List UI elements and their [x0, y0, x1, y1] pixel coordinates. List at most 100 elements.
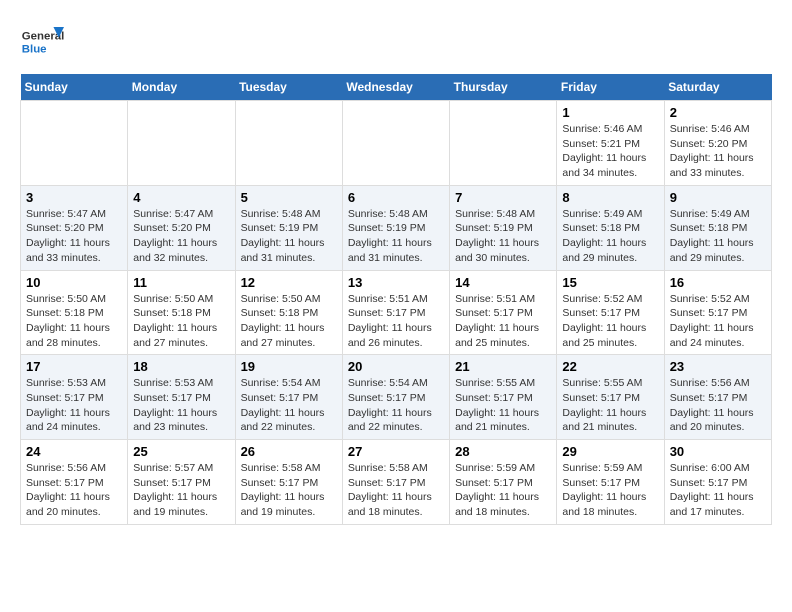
day-cell: 24 Sunrise: 5:56 AM Sunset: 5:17 PM Dayli…	[21, 440, 128, 525]
day-info: Sunrise: 5:50 AM Sunset: 5:18 PM Dayligh…	[133, 292, 229, 351]
day-number: 19	[241, 359, 337, 374]
day-info: Sunrise: 5:57 AM Sunset: 5:17 PM Dayligh…	[133, 461, 229, 520]
day-info: Sunrise: 5:49 AM Sunset: 5:18 PM Dayligh…	[562, 207, 658, 266]
day-number: 14	[455, 275, 551, 290]
week-row-4: 17Sunrise: 5:53 AM Sunset: 5:17 PM Dayli…	[21, 355, 772, 440]
day-cell: 28 Sunrise: 5:59 AM Sunset: 5:17 PM Dayli…	[450, 440, 557, 525]
day-cell: 30Sunrise: 6:00 AM Sunset: 5:17 PM Dayli…	[664, 440, 771, 525]
day-number: 5	[241, 190, 337, 205]
calendar-header: SundayMondayTuesdayWednesdayThursdayFrid…	[21, 74, 772, 101]
day-number: 25	[133, 444, 229, 459]
day-cell	[450, 101, 557, 186]
day-number: 2	[670, 105, 766, 120]
day-number: 3	[26, 190, 122, 205]
week-row-1: 1Sunrise: 5:46 AM Sunset: 5:21 PM Daylig…	[21, 101, 772, 186]
day-cell	[342, 101, 449, 186]
calendar-body: 1Sunrise: 5:46 AM Sunset: 5:21 PM Daylig…	[21, 101, 772, 525]
header-cell-wednesday: Wednesday	[342, 74, 449, 101]
day-number: 15	[562, 275, 658, 290]
day-info: Sunrise: 5:53 AM Sunset: 5:17 PM Dayligh…	[26, 376, 122, 435]
day-info: Sunrise: 5:55 AM Sunset: 5:17 PM Dayligh…	[562, 376, 658, 435]
svg-text:Blue: Blue	[22, 44, 47, 56]
day-number: 20	[348, 359, 444, 374]
day-number: 29	[562, 444, 658, 459]
day-info: Sunrise: 5:50 AM Sunset: 5:18 PM Dayligh…	[26, 292, 122, 351]
day-info: Sunrise: 5:52 AM Sunset: 5:17 PM Dayligh…	[562, 292, 658, 351]
day-number: 4	[133, 190, 229, 205]
day-info: Sunrise: 5:59 AM Sunset: 5:17 PM Dayligh…	[455, 461, 551, 520]
day-info: Sunrise: 5:56 AM Sunset: 5:17 PM Dayligh…	[26, 461, 122, 520]
day-cell	[235, 101, 342, 186]
calendar-table: SundayMondayTuesdayWednesdayThursdayFrid…	[20, 74, 772, 525]
header-cell-thursday: Thursday	[450, 74, 557, 101]
page-header: General Blue	[20, 20, 772, 64]
week-row-5: 24 Sunrise: 5:56 AM Sunset: 5:17 PM Dayli…	[21, 440, 772, 525]
day-info: Sunrise: 5:56 AM Sunset: 5:17 PM Dayligh…	[670, 376, 766, 435]
day-cell: 3 Sunrise: 5:47 AM Sunset: 5:20 PM Daylig…	[21, 185, 128, 270]
day-cell: 12 Sunrise: 5:50 AM Sunset: 5:18 PM Dayli…	[235, 270, 342, 355]
day-number: 16	[670, 275, 766, 290]
day-number: 22	[562, 359, 658, 374]
day-info: Sunrise: 5:46 AM Sunset: 5:20 PM Dayligh…	[670, 122, 766, 181]
day-number: 26	[241, 444, 337, 459]
day-number: 1	[562, 105, 658, 120]
header-row: SundayMondayTuesdayWednesdayThursdayFrid…	[21, 74, 772, 101]
day-number: 12	[241, 275, 337, 290]
week-row-3: 10 Sunrise: 5:50 AM Sunset: 5:18 PM Dayli…	[21, 270, 772, 355]
header-cell-tuesday: Tuesday	[235, 74, 342, 101]
day-cell: 23 Sunrise: 5:56 AM Sunset: 5:17 PM Dayli…	[664, 355, 771, 440]
day-cell: 22 Sunrise: 5:55 AM Sunset: 5:17 PM Dayli…	[557, 355, 664, 440]
day-cell: 17Sunrise: 5:53 AM Sunset: 5:17 PM Dayli…	[21, 355, 128, 440]
day-info: Sunrise: 5:54 AM Sunset: 5:17 PM Dayligh…	[241, 376, 337, 435]
day-info: Sunrise: 5:50 AM Sunset: 5:18 PM Dayligh…	[241, 292, 337, 351]
logo: General Blue	[20, 20, 64, 64]
day-cell: 6Sunrise: 5:48 AM Sunset: 5:19 PM Daylig…	[342, 185, 449, 270]
day-cell: 14 Sunrise: 5:51 AM Sunset: 5:17 PM Dayli…	[450, 270, 557, 355]
day-cell: 13Sunrise: 5:51 AM Sunset: 5:17 PM Dayli…	[342, 270, 449, 355]
header-cell-friday: Friday	[557, 74, 664, 101]
day-cell: 7Sunrise: 5:48 AM Sunset: 5:19 PM Daylig…	[450, 185, 557, 270]
day-cell: 4 Sunrise: 5:47 AM Sunset: 5:20 PM Daylig…	[128, 185, 235, 270]
day-cell: 8 Sunrise: 5:49 AM Sunset: 5:18 PM Daylig…	[557, 185, 664, 270]
day-info: Sunrise: 5:58 AM Sunset: 5:17 PM Dayligh…	[241, 461, 337, 520]
day-cell	[128, 101, 235, 186]
day-cell: 27Sunrise: 5:58 AM Sunset: 5:17 PM Dayli…	[342, 440, 449, 525]
day-cell: 2 Sunrise: 5:46 AM Sunset: 5:20 PM Daylig…	[664, 101, 771, 186]
day-cell	[21, 101, 128, 186]
day-cell: 16Sunrise: 5:52 AM Sunset: 5:17 PM Dayli…	[664, 270, 771, 355]
day-info: Sunrise: 5:51 AM Sunset: 5:17 PM Dayligh…	[348, 292, 444, 351]
day-cell: 26 Sunrise: 5:58 AM Sunset: 5:17 PM Dayli…	[235, 440, 342, 525]
day-cell: 9Sunrise: 5:49 AM Sunset: 5:18 PM Daylig…	[664, 185, 771, 270]
day-info: Sunrise: 5:58 AM Sunset: 5:17 PM Dayligh…	[348, 461, 444, 520]
day-cell: 19 Sunrise: 5:54 AM Sunset: 5:17 PM Dayli…	[235, 355, 342, 440]
day-cell: 5Sunrise: 5:48 AM Sunset: 5:19 PM Daylig…	[235, 185, 342, 270]
logo-icon: General Blue	[20, 20, 64, 64]
header-cell-saturday: Saturday	[664, 74, 771, 101]
day-number: 6	[348, 190, 444, 205]
day-cell: 11 Sunrise: 5:50 AM Sunset: 5:18 PM Dayli…	[128, 270, 235, 355]
header-cell-monday: Monday	[128, 74, 235, 101]
day-number: 9	[670, 190, 766, 205]
day-info: Sunrise: 5:59 AM Sunset: 5:17 PM Dayligh…	[562, 461, 658, 520]
day-number: 11	[133, 275, 229, 290]
day-cell: 20Sunrise: 5:54 AM Sunset: 5:17 PM Dayli…	[342, 355, 449, 440]
day-number: 28	[455, 444, 551, 459]
day-number: 8	[562, 190, 658, 205]
day-number: 10	[26, 275, 122, 290]
day-number: 24	[26, 444, 122, 459]
day-number: 21	[455, 359, 551, 374]
day-info: Sunrise: 5:53 AM Sunset: 5:17 PM Dayligh…	[133, 376, 229, 435]
week-row-2: 3 Sunrise: 5:47 AM Sunset: 5:20 PM Daylig…	[21, 185, 772, 270]
day-cell: 21 Sunrise: 5:55 AM Sunset: 5:17 PM Dayli…	[450, 355, 557, 440]
day-info: Sunrise: 5:55 AM Sunset: 5:17 PM Dayligh…	[455, 376, 551, 435]
day-info: Sunrise: 5:48 AM Sunset: 5:19 PM Dayligh…	[455, 207, 551, 266]
header-cell-sunday: Sunday	[21, 74, 128, 101]
day-number: 18	[133, 359, 229, 374]
day-cell: 1Sunrise: 5:46 AM Sunset: 5:21 PM Daylig…	[557, 101, 664, 186]
day-cell: 10 Sunrise: 5:50 AM Sunset: 5:18 PM Dayli…	[21, 270, 128, 355]
day-info: Sunrise: 5:51 AM Sunset: 5:17 PM Dayligh…	[455, 292, 551, 351]
day-number: 23	[670, 359, 766, 374]
day-info: Sunrise: 5:47 AM Sunset: 5:20 PM Dayligh…	[133, 207, 229, 266]
day-info: Sunrise: 5:47 AM Sunset: 5:20 PM Dayligh…	[26, 207, 122, 266]
day-cell: 29 Sunrise: 5:59 AM Sunset: 5:17 PM Dayli…	[557, 440, 664, 525]
